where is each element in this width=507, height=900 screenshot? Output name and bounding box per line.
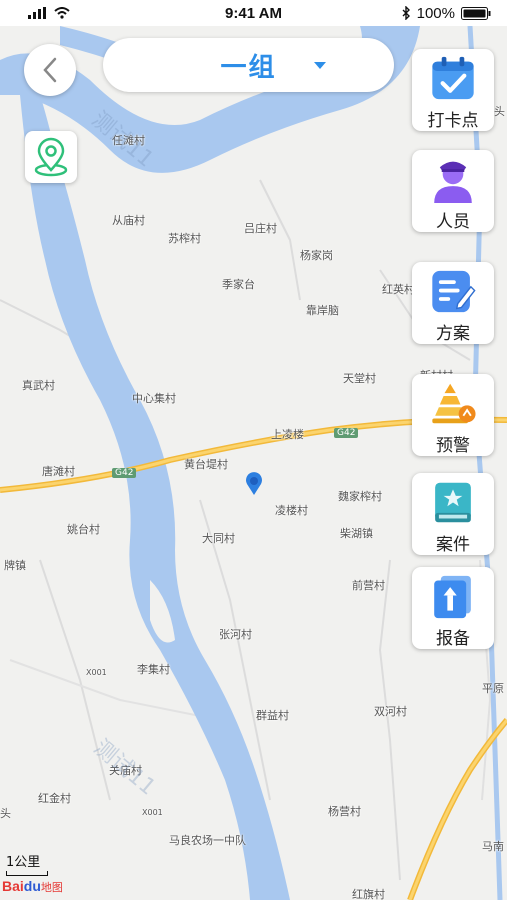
plan-edit-icon <box>432 270 476 313</box>
road-code-label: X001 <box>86 668 107 677</box>
place-label: 从庙村 <box>112 214 145 227</box>
tool-checkin[interactable]: 打卡点 <box>412 49 494 131</box>
map-scale-label: 1公里 <box>6 855 41 870</box>
officer-icon <box>434 161 472 203</box>
road-code-label: X001 <box>142 808 163 817</box>
place-label: 天堂村 <box>343 372 376 385</box>
place-label: 红金村 <box>38 792 71 805</box>
place-label: 姚台村 <box>67 523 100 536</box>
place-label: 柴湖镇 <box>340 527 373 540</box>
signal-icon <box>28 7 46 19</box>
place-label: 真武村 <box>22 379 55 392</box>
place-label: 杨营村 <box>328 805 361 818</box>
place-label: 头 <box>494 105 505 118</box>
battery-percent: 100% <box>416 4 455 22</box>
place-label: 红旗村 <box>352 888 385 900</box>
place-label: 靠岸脑 <box>306 304 339 317</box>
place-label: 双河村 <box>374 705 407 718</box>
place-label: 上凌楼 <box>271 428 304 441</box>
place-label: 中心集村 <box>132 392 176 405</box>
dropdown-caret-icon <box>314 62 326 69</box>
road-shield: G42 <box>334 428 359 438</box>
place-label: 前营村 <box>352 579 385 592</box>
baidu-map-logo: Baidu地图 <box>2 878 63 895</box>
place-label: 魏家榨村 <box>338 490 382 503</box>
map-scale-bar <box>6 871 48 876</box>
wifi-icon <box>54 7 70 19</box>
status-bar: 9:41 AM 100% <box>0 0 507 26</box>
place-label: 苏榨村 <box>168 232 201 245</box>
place-label: 季家台 <box>222 278 255 291</box>
tool-personnel[interactable]: 人员 <box>412 150 494 232</box>
place-label: 黄台堤村 <box>184 458 228 471</box>
tool-label: 人员 <box>436 212 470 232</box>
map-pin-icon <box>34 137 68 177</box>
chevron-left-icon <box>43 57 57 83</box>
place-label: 头 <box>0 807 11 820</box>
tool-label: 方案 <box>436 324 470 344</box>
tool-warning[interactable]: 预警 <box>412 374 494 456</box>
road-shield: G42 <box>112 468 137 478</box>
group-selector[interactable]: 一组 <box>103 38 394 92</box>
logo-map-text: 地图 <box>40 882 63 894</box>
status-right: 100% <box>401 5 507 22</box>
place-label: 马良农场一中队 <box>169 834 246 847</box>
tool-plan[interactable]: 方案 <box>412 262 494 344</box>
tool-report[interactable]: 报备 <box>412 567 494 649</box>
logo-paw: du <box>23 878 41 894</box>
tool-label: 预警 <box>436 436 470 456</box>
warning-pyramid-icon <box>432 383 476 424</box>
report-upload-icon <box>434 575 471 619</box>
place-label: 平原 <box>482 682 504 695</box>
place-label: 杨家岗 <box>300 249 333 262</box>
place-label: 唐滩村 <box>42 465 75 478</box>
locate-button[interactable] <box>25 131 77 183</box>
back-button[interactable] <box>24 44 76 96</box>
place-label: 马南 <box>482 840 504 853</box>
place-label: 群益村 <box>256 709 289 722</box>
signal-group <box>0 7 70 19</box>
bluetooth-icon <box>402 6 410 20</box>
place-label: 李集村 <box>137 663 170 676</box>
tool-case[interactable]: 案件 <box>412 473 494 555</box>
place-label: 牌镇 <box>4 559 26 572</box>
place-label: 吕庄村 <box>244 222 277 235</box>
calendar-check-icon <box>432 56 474 100</box>
case-book-icon <box>435 482 471 523</box>
place-label: 大同村 <box>202 532 235 545</box>
group-selector-label: 一组 <box>220 52 277 83</box>
tool-label: 报备 <box>436 629 470 649</box>
battery-icon <box>461 6 491 20</box>
place-label: 红英村 <box>382 283 415 296</box>
place-label: 张河村 <box>219 628 252 641</box>
tool-label: 案件 <box>436 535 470 555</box>
map-scale: 1公里 <box>6 851 48 876</box>
tool-label: 打卡点 <box>427 111 479 131</box>
logo-text-bai: Bai <box>2 878 24 894</box>
place-label: 凌楼村 <box>275 504 308 517</box>
